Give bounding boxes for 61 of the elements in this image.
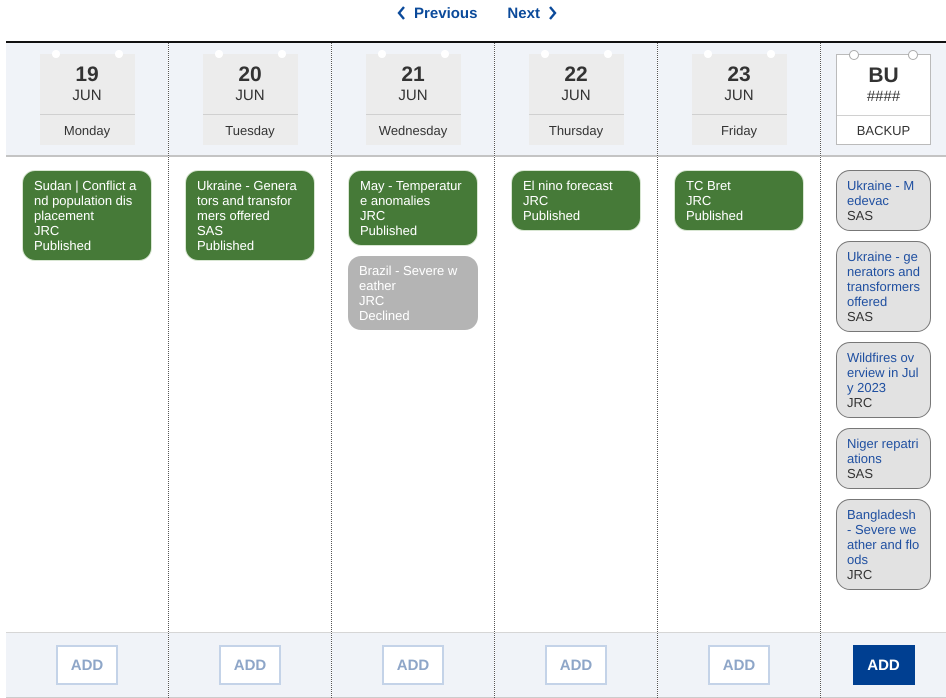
event-status: Published xyxy=(523,208,582,223)
event-org: JRC xyxy=(359,293,386,308)
event-title: Ukraine - Medevac xyxy=(847,178,916,208)
event-title: Bangladesh - Severe weather and floods xyxy=(847,507,920,567)
event-title: May - Temperature anomalies xyxy=(360,178,463,208)
chevron-right-icon xyxy=(548,6,557,20)
day-number: 23 xyxy=(727,64,751,86)
add-button[interactable]: ADD xyxy=(852,645,914,685)
event-card[interactable]: Sudan | Conflict and population displacement JRC Published xyxy=(22,170,152,261)
event-card[interactable]: Ukraine - Medevac SAS xyxy=(836,170,931,231)
event-org: JRC xyxy=(847,395,874,410)
month-label: JUN xyxy=(398,86,428,106)
event-org: SAS xyxy=(197,223,224,238)
event-status: Published xyxy=(197,238,256,253)
event-org: JRC xyxy=(360,208,386,223)
event-title: Sudan | Conflict and population displacement xyxy=(34,178,137,223)
event-title: Ukraine - generators and transformers offered xyxy=(847,249,920,309)
day-number: 21 xyxy=(401,64,425,86)
event-card[interactable]: Bangladesh - Severe weather and floods JRC xyxy=(836,499,931,590)
day-number: 19 xyxy=(75,64,99,86)
event-status: Declined xyxy=(359,308,411,323)
month-label: JUN xyxy=(561,86,591,106)
weekday-label: BACKUP xyxy=(837,115,930,144)
event-status: Published xyxy=(34,238,92,253)
event-card[interactable]: Niger repatriations SAS xyxy=(836,428,931,489)
event-status: Published xyxy=(686,208,744,223)
event-title: Ukraine - Generators and transformers offered xyxy=(197,178,298,223)
weekday-label: Tuesday xyxy=(202,114,298,145)
event-org: SAS xyxy=(847,309,874,324)
month-label: JUN xyxy=(72,86,102,106)
event-title: Wildfires overview in July 2023 xyxy=(847,350,920,395)
month-label: #### xyxy=(866,87,900,107)
event-title: El nino forecast xyxy=(523,178,614,193)
event-org: SAS xyxy=(847,466,874,481)
month-label: JUN xyxy=(724,86,754,106)
event-org: SAS xyxy=(847,208,874,223)
weekday-label: Wednesday xyxy=(366,114,460,145)
event-card[interactable]: TC Bret JRC Published xyxy=(674,170,804,231)
weekday-label: Friday xyxy=(692,114,786,145)
event-org: JRC xyxy=(34,223,60,238)
day-number: 22 xyxy=(564,64,588,86)
event-org: JRC xyxy=(523,193,550,208)
event-title: Brazil - Severe weather xyxy=(359,263,458,293)
previous-link[interactable]: Previous xyxy=(397,4,478,22)
weekday-label: Thursday xyxy=(528,114,624,145)
next-link[interactable]: Next xyxy=(507,4,557,22)
chevron-left-icon xyxy=(397,6,406,20)
month-label: JUN xyxy=(235,86,265,106)
event-status: Published xyxy=(360,223,418,238)
event-title: TC Bret xyxy=(686,178,732,193)
event-card[interactable]: El nino forecast JRC Published xyxy=(511,170,641,231)
event-card[interactable]: Ukraine - Generators and transformers offered SAS Published xyxy=(185,170,315,261)
weekday-label: Monday xyxy=(40,114,134,145)
event-card[interactable]: Ukraine - generators and transformers offered SAS xyxy=(836,241,931,332)
event-card[interactable]: Wildfires overview in July 2023 JRC xyxy=(836,342,931,418)
event-title: Niger repatriations xyxy=(847,436,920,466)
event-org: JRC xyxy=(686,193,712,208)
event-org: JRC xyxy=(847,567,874,582)
day-number: 20 xyxy=(238,64,262,86)
event-card[interactable]: May - Temperature anomalies JRC Published xyxy=(348,170,478,246)
day-number: BU xyxy=(868,65,899,87)
